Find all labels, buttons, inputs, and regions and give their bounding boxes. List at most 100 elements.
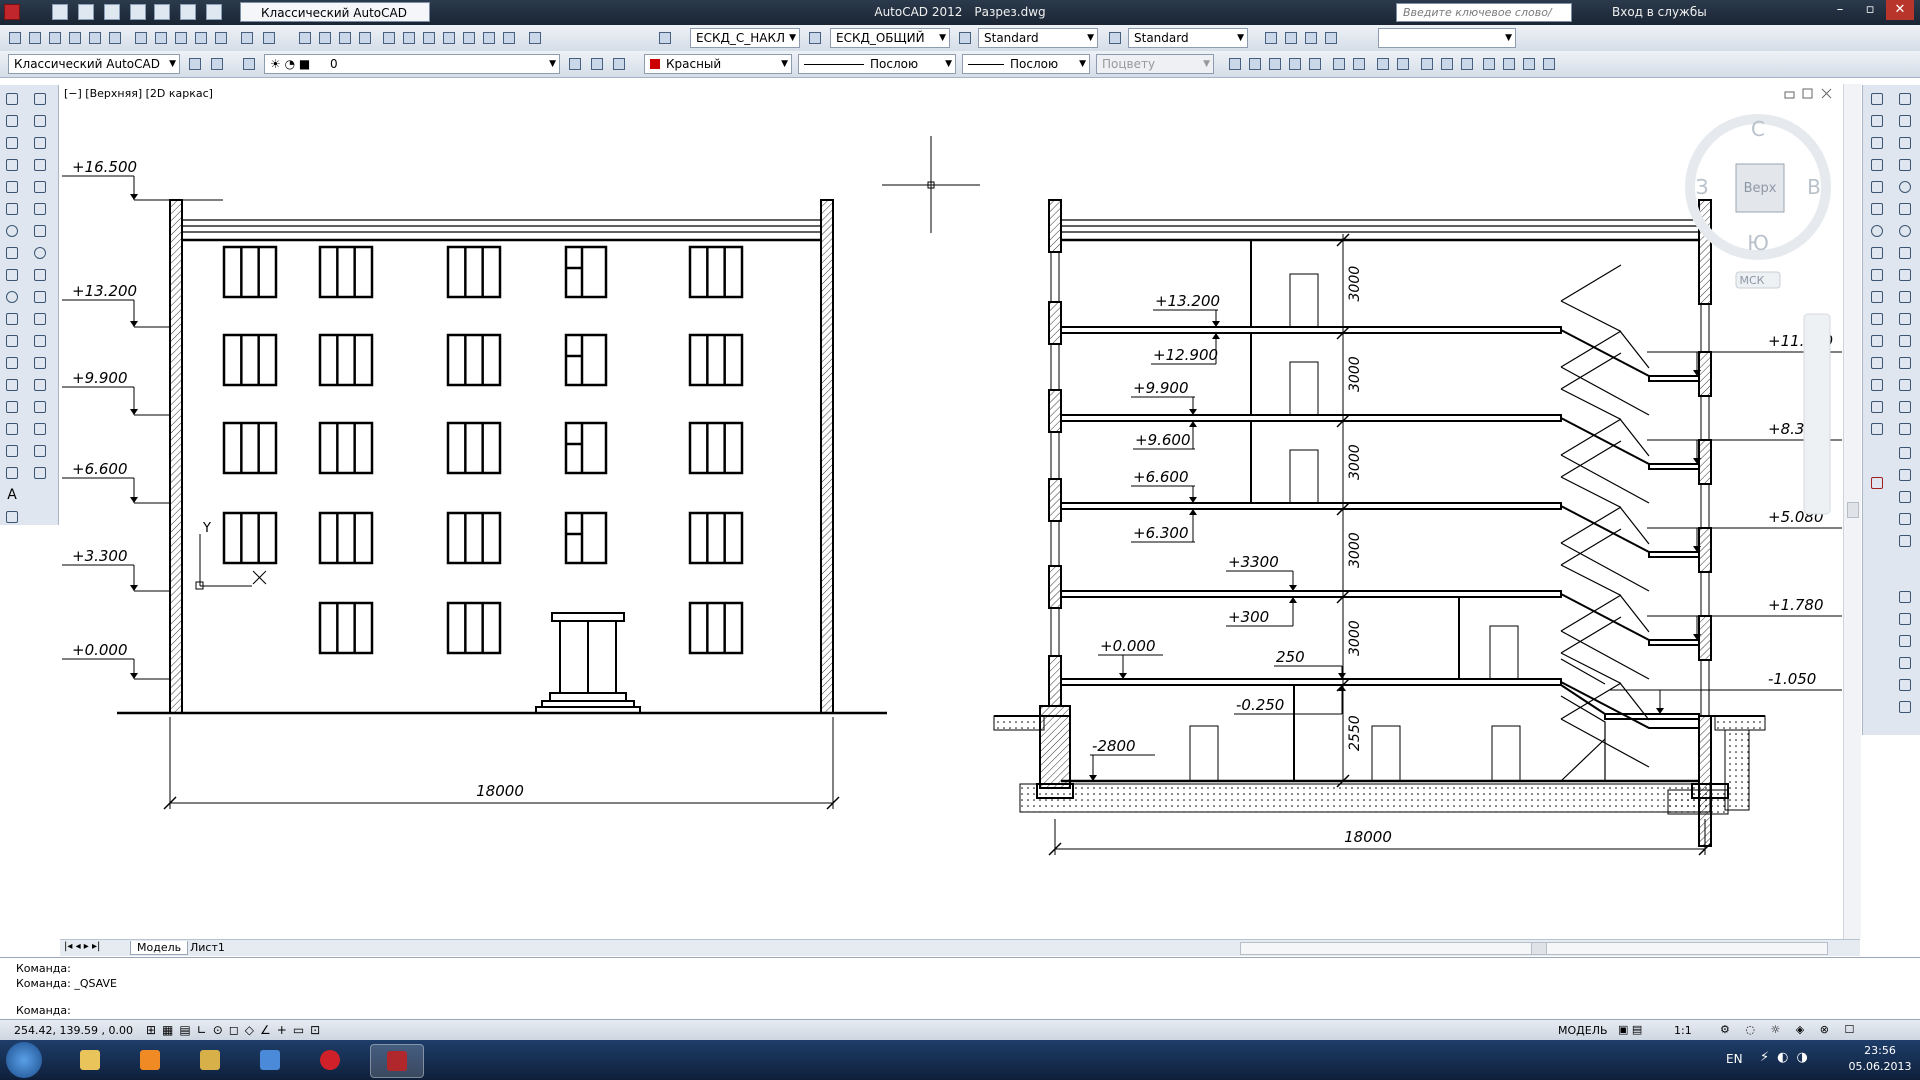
workspace-save-icon[interactable]	[208, 55, 226, 73]
point-icon[interactable]	[4, 377, 20, 393]
taskbar-network[interactable]	[244, 1044, 296, 1076]
facade-window[interactable]	[222, 511, 278, 565]
layer-lock-icon[interactable]	[1897, 699, 1913, 715]
minimize-button[interactable]: –	[1826, 0, 1854, 20]
copy-icon[interactable]	[152, 29, 170, 47]
gradient-icon[interactable]	[4, 421, 20, 437]
zoom-extents-icon[interactable]	[1302, 29, 1320, 47]
named-view-select[interactable]: ▼	[1378, 28, 1516, 48]
chamfer-icon[interactable]	[32, 399, 48, 415]
properties-icon[interactable]	[380, 29, 398, 47]
facade-window[interactable]	[564, 245, 608, 299]
radius-dimension-icon[interactable]	[1897, 179, 1913, 195]
scale-text-icon[interactable]	[1540, 55, 1558, 73]
viewcube-west[interactable]: З	[1696, 175, 1709, 199]
circle-icon[interactable]	[4, 223, 20, 239]
snap-perpendicular-icon[interactable]	[1869, 289, 1885, 305]
object-snap-icon[interactable]	[1869, 91, 1885, 107]
viewcube-face[interactable]: Верх	[1744, 181, 1777, 196]
command-input[interactable]: Команда:	[16, 1004, 71, 1017]
multileader-style-icon[interactable]	[1106, 29, 1124, 47]
ellipse-icon[interactable]	[4, 289, 20, 305]
facade-windows[interactable]	[222, 245, 744, 655]
block-editor-icon[interactable]	[212, 29, 230, 47]
zoom-in-icon[interactable]	[1374, 55, 1392, 73]
facade-window[interactable]	[318, 511, 374, 565]
scale-icon[interactable]	[32, 267, 48, 283]
clock-time[interactable]: 23:56	[1852, 1044, 1908, 1057]
facade-window[interactable]	[564, 511, 608, 565]
dim-style-select[interactable]: ЕСКД_ОБЩИЙ ▼	[830, 28, 950, 48]
facade-window[interactable]	[688, 421, 744, 475]
color-select[interactable]: Красный ▼	[644, 54, 792, 74]
zoom-out-icon[interactable]	[1394, 55, 1412, 73]
restore-button[interactable]: ▫	[1856, 0, 1884, 20]
ellipse-arc-icon[interactable]	[4, 311, 20, 327]
array-icon[interactable]	[32, 201, 48, 217]
help-icon[interactable]	[500, 29, 518, 47]
annotation-scale[interactable]: 1:1	[1674, 1024, 1692, 1037]
close-button[interactable]: ✕	[1886, 0, 1914, 20]
plot-icon[interactable]	[66, 29, 84, 47]
break-icon[interactable]	[32, 355, 48, 371]
plot-preview-icon[interactable]	[86, 29, 104, 47]
zoom-window-icon[interactable]	[1266, 55, 1284, 73]
facade-window[interactable]	[688, 601, 744, 655]
trim-icon[interactable]	[32, 311, 48, 327]
dimension-edit-icon[interactable]	[1897, 467, 1913, 483]
polyline-icon[interactable]	[4, 135, 20, 151]
snap-quadrant-icon[interactable]	[1869, 245, 1885, 261]
facade-window[interactable]	[688, 511, 744, 565]
staircase[interactable]	[1560, 264, 1699, 782]
zoom-icon[interactable]	[1282, 29, 1300, 47]
diameter-dimension-icon[interactable]	[1897, 223, 1913, 239]
table-icon[interactable]	[4, 465, 20, 481]
multileader-style-select[interactable]: Standard ▼	[1128, 28, 1248, 48]
baseline-dimension-icon[interactable]	[1897, 289, 1913, 305]
spell-check-icon[interactable]	[1520, 55, 1538, 73]
arc-length-icon[interactable]	[1897, 135, 1913, 151]
region-icon[interactable]	[4, 443, 20, 459]
snap-node-icon[interactable]	[1869, 355, 1885, 371]
facade-window[interactable]	[318, 421, 374, 475]
layer-tools-icon[interactable]	[1897, 589, 1913, 605]
zoom-out-icon[interactable]	[1322, 29, 1340, 47]
tab-model[interactable]: Модель	[130, 941, 189, 955]
quick-dimension-icon[interactable]	[1897, 267, 1913, 283]
offset-icon[interactable]	[32, 179, 48, 195]
insert-block-icon[interactable]	[4, 333, 20, 349]
tab-nav-arrows[interactable]: |◂ ◂ ▸ ▸|	[64, 941, 100, 952]
zoom-extents-icon[interactable]	[1438, 55, 1456, 73]
find-text-icon[interactable]	[1500, 55, 1518, 73]
facade-window[interactable]	[222, 333, 278, 387]
angular-dimension-icon[interactable]	[1897, 245, 1913, 261]
erase-icon[interactable]	[32, 113, 48, 129]
dimension-space-icon[interactable]	[1897, 333, 1913, 349]
facade-window[interactable]	[446, 245, 502, 299]
spline-icon[interactable]	[4, 267, 20, 283]
facade-window[interactable]	[318, 601, 374, 655]
jogged-linear-icon[interactable]	[1897, 445, 1913, 461]
linear-dimension-icon[interactable]	[1897, 91, 1913, 107]
text-icon[interactable]	[1458, 55, 1476, 73]
mtext-icon[interactable]	[1480, 55, 1498, 73]
design-center-icon[interactable]	[400, 29, 418, 47]
layer-off-icon[interactable]	[1897, 677, 1913, 693]
help-search-input[interactable]: Введите ключевое слово/фразу	[1396, 3, 1572, 37]
continue-dimension-icon[interactable]	[1897, 311, 1913, 327]
lineweight-select[interactable]: Послою ▼	[962, 54, 1090, 74]
coordinates-readout[interactable]: 254.42, 139.59 , 0.00	[14, 1024, 133, 1037]
snap-center-icon[interactable]	[1869, 223, 1885, 239]
cut-icon[interactable]	[132, 29, 150, 47]
snap-endpoint-icon[interactable]	[1869, 113, 1885, 129]
facade-elevation[interactable]	[117, 199, 887, 715]
vertical-scrollbar[interactable]	[1843, 84, 1861, 939]
zoom-center-icon[interactable]	[1330, 55, 1348, 73]
rectangle-icon[interactable]	[4, 179, 20, 195]
viewcube-north[interactable]: С	[1751, 117, 1765, 141]
join-icon[interactable]	[32, 377, 48, 393]
paste-icon[interactable]	[172, 29, 190, 47]
undo-icon[interactable]	[238, 29, 256, 47]
zoom-previous-icon[interactable]	[1246, 55, 1264, 73]
snap-midpoint-icon[interactable]	[1869, 135, 1885, 151]
